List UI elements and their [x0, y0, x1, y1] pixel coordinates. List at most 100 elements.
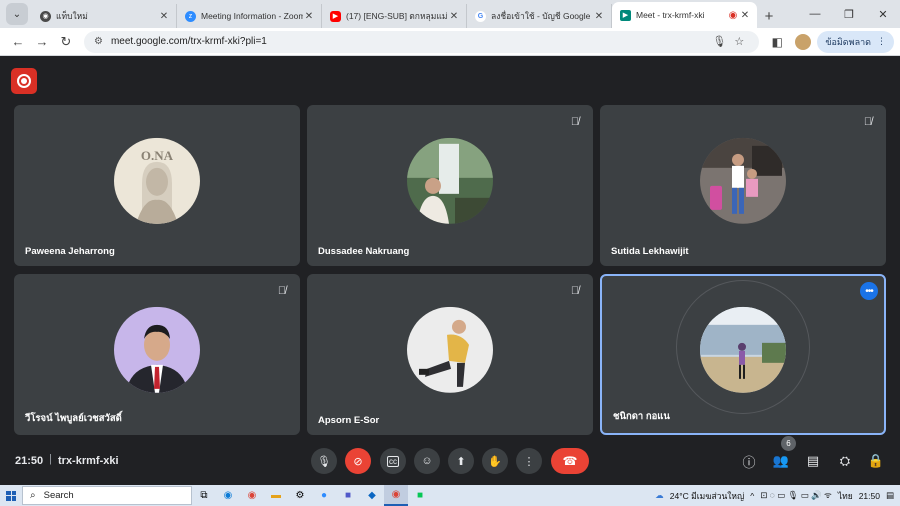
browser-tab-strip: ⌄ ◉ แท็บใหม่ ✕ z Meeting Information - Z…	[0, 0, 900, 28]
svg-text:O.NA: O.NA	[141, 147, 174, 162]
chrome-app-icon[interactable]: ◉	[240, 485, 264, 506]
google-icon: G	[475, 10, 486, 22]
close-icon[interactable]: ✕	[593, 11, 605, 22]
meeting-details-button[interactable]: ⓘ	[739, 451, 759, 471]
url-text[interactable]: meet.google.com/trx-krmf-xki?pli=1	[111, 36, 709, 47]
chevron-up-icon[interactable]: ^	[750, 491, 754, 501]
tab-title: แท็บใหม่	[56, 11, 88, 21]
input-language[interactable]: ไทย	[838, 489, 853, 503]
close-icon[interactable]: ✕	[448, 11, 460, 22]
weather-icon: ☁	[655, 490, 664, 500]
task-view-icon[interactable]: ⧉	[192, 485, 216, 506]
address-bar[interactable]: ⚙ meet.google.com/trx-krmf-xki?pli=1 🎙 ☆	[84, 30, 760, 53]
reactions-button[interactable]: ☺	[414, 448, 440, 474]
people-count-badge: 6	[781, 436, 796, 451]
new-tab-button[interactable]: +	[757, 4, 781, 28]
mic-off-icon: 🎙̸	[863, 116, 873, 128]
chrome-app-active-icon[interactable]: ◉	[384, 485, 408, 506]
chevron-down-icon: ⌄	[12, 8, 22, 20]
activities-button[interactable]: ⛭	[835, 451, 855, 471]
meet-icon: ▶	[620, 9, 631, 21]
tab-title: (17) [ENG-SUB] ตกหลุมแม่น้ำตลอด	[346, 11, 448, 21]
participant-tile-speaking[interactable]: ••• ชนิกดา กอแน	[600, 274, 886, 435]
chrome-icon: ◉	[40, 10, 51, 22]
system-tray: ☁ 24°C มีเมฆส่วนใหญ่ ^ ⊡ ◌ ▭ 🎙 ▭ 🔊 ᯤ ไทย…	[652, 485, 900, 506]
meeting-control-bar: 21:50 | trx-krmf-xki 🎙 ⊘ cc ☺ ⬆ ✋ ⋮ ☎ ⓘ …	[0, 436, 900, 484]
record-icon	[17, 74, 31, 88]
present-screen-icon: ⬆	[456, 455, 466, 468]
more-vert-icon: ⋮	[877, 36, 886, 46]
back-icon[interactable]: ←	[6, 30, 30, 54]
mic-off-icon: 🎙̸	[570, 285, 580, 297]
microphone-icon: 🎙	[317, 455, 331, 468]
more-options-icon[interactable]: •••	[860, 282, 878, 300]
mic-off-icon: 🎙̸	[277, 285, 287, 297]
line-app-icon[interactable]: ■	[408, 485, 432, 506]
recording-button[interactable]	[11, 68, 37, 94]
restore-icon[interactable]: ❐	[832, 8, 866, 21]
participant-tile[interactable]: 🎙̸ วีโรจน์ ไพบูลย์เวชสวัสดิ์	[14, 274, 300, 435]
browser-tab[interactable]: G ลงชื่อเข้าใช้ - บัญชี Google ✕	[467, 4, 612, 28]
participant-avatar: O.NA	[114, 137, 200, 224]
leave-call-button[interactable]: ☎	[551, 448, 589, 474]
profile-label: ข้อมิดพลาด	[825, 36, 871, 47]
close-icon[interactable]: ✕	[739, 10, 751, 21]
participant-tile[interactable]: 🎙̸ Dussadee Nakruang	[307, 105, 593, 266]
call-end-icon: ☎	[562, 454, 578, 468]
tray-icons[interactable]: ⊡ ◌ ▭ 🎙 ▭ 🔊 ᯤ	[760, 490, 832, 501]
people-button[interactable]: 👥	[771, 451, 791, 471]
microphone-icon[interactable]: 🎙	[709, 35, 729, 48]
browser-tab[interactable]: z Meeting Information - Zoom ✕	[177, 4, 322, 28]
side-panel-icon[interactable]: ◧	[765, 35, 789, 49]
browser-tab[interactable]: ◉ แท็บใหม่ ✕	[32, 4, 177, 28]
reload-icon[interactable]: ↻	[54, 30, 78, 54]
teams-icon[interactable]: ■	[336, 485, 360, 506]
zoom-app-icon[interactable]: ●	[312, 485, 336, 506]
tab-title: Meeting Information - Zoom	[201, 11, 303, 21]
taskbar-search[interactable]: ⌕ Search	[22, 486, 192, 505]
chat-icon: ▤	[806, 453, 820, 468]
settings-app-icon[interactable]: ⚙	[288, 485, 312, 506]
edge-icon[interactable]: ◉	[216, 485, 240, 506]
participant-tile[interactable]: O.NA Paweena Jeharrong	[14, 105, 300, 266]
meeting-clock: 21:50	[15, 455, 44, 467]
meet-stage: O.NA Paweena Jeharrong 🎙̸ Dussadee Nakru…	[0, 57, 900, 484]
activities-icon: ⛭	[839, 453, 851, 468]
browser-tab[interactable]: ▶ (17) [ENG-SUB] ตกหลุมแม่น้ำตลอด ✕	[322, 4, 467, 28]
chat-button[interactable]: ▤	[803, 451, 823, 471]
captions-button[interactable]: cc	[380, 448, 406, 474]
participant-tile[interactable]: 🎙̸ Sutida Lekhawijit	[600, 105, 886, 266]
camera-off-button[interactable]: ⊘	[345, 448, 371, 474]
participant-tile[interactable]: 🎙̸ Apsorn E-Sor	[307, 274, 593, 435]
close-icon[interactable]: ✕	[158, 11, 170, 22]
browser-tab-active[interactable]: ▶ Meet - trx-krmf-xki ◉ ✕	[612, 2, 757, 28]
close-icon[interactable]: ✕	[303, 11, 315, 22]
site-settings-icon[interactable]: ⚙	[94, 36, 103, 47]
notifications-icon[interactable]: ▤	[886, 490, 894, 501]
more-options-button[interactable]: ⋮	[516, 448, 542, 474]
search-icon: ⌕	[30, 490, 36, 501]
close-window-icon[interactable]: ✕	[866, 8, 900, 21]
microphone-button[interactable]: 🎙	[311, 448, 337, 474]
meeting-code: trx-krmf-xki	[58, 455, 119, 467]
file-explorer-icon[interactable]: ▬	[264, 485, 288, 506]
app-icon[interactable]: ◆	[360, 485, 384, 506]
participant-avatar	[700, 137, 786, 224]
tab-search-button[interactable]: ⌄	[6, 3, 28, 25]
participant-avatar	[407, 306, 493, 393]
youtube-icon: ▶	[330, 10, 341, 22]
windows-taskbar: ⌕ Search ⧉ ◉ ◉ ▬ ⚙ ● ■ ◆ ◉ ■ ☁ 24°C มีเม…	[0, 485, 900, 506]
profile-error-button[interactable]: ข้อมิดพลาด ⋮	[817, 30, 894, 53]
bookmark-star-icon[interactable]: ☆	[729, 35, 749, 48]
present-button[interactable]: ⬆	[448, 448, 474, 474]
emoji-icon: ☺	[421, 455, 433, 467]
taskbar-clock[interactable]: 21:50	[859, 491, 880, 501]
weather-text[interactable]: 24°C มีเมฆส่วนใหญ่	[670, 489, 745, 503]
raise-hand-button[interactable]: ✋	[482, 448, 508, 474]
start-button[interactable]	[0, 485, 22, 506]
profile-avatar[interactable]	[795, 33, 812, 50]
forward-icon[interactable]: →	[30, 30, 54, 54]
mic-off-icon: 🎙̸	[570, 116, 580, 128]
minimize-icon[interactable]: —	[798, 8, 832, 20]
host-controls-button[interactable]: 🔒	[866, 451, 886, 471]
